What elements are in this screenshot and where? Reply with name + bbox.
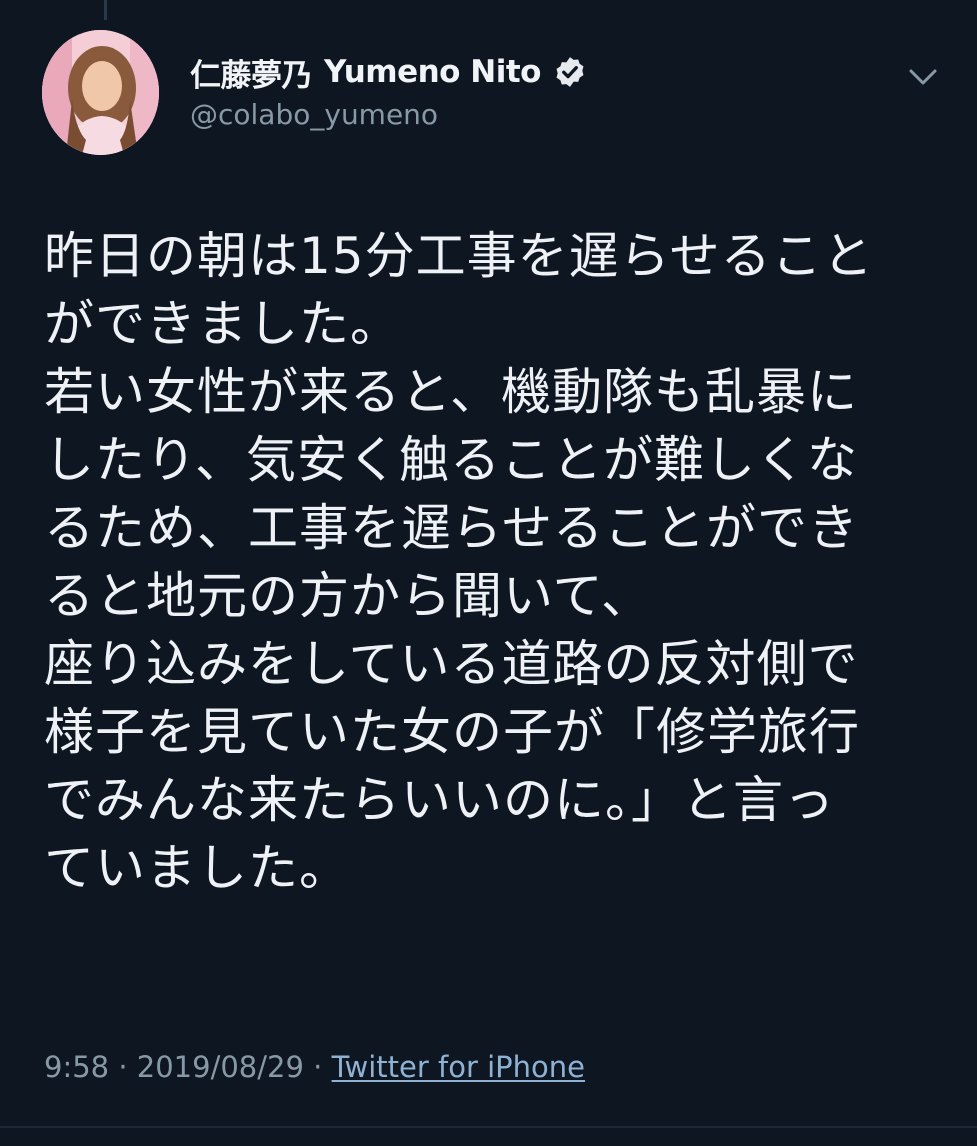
tweet-text-line: 座り込みをしている道路の反対側で	[44, 635, 859, 693]
chevron-down-icon[interactable]	[903, 62, 943, 92]
tweet-text-line: 若い女性が来ると、機動隊も乱暴に	[44, 363, 858, 421]
avatar[interactable]	[42, 30, 159, 155]
tweet-date[interactable]: 2019/08/29	[137, 1050, 304, 1084]
tweet-text-line: 昨日の朝は15分工事を遅らせること	[44, 227, 874, 285]
tweet-text-line: 様子を見ていた女の子が「修学旅行	[44, 703, 860, 761]
tweet-metadata: 9:58 · 2019/08/29 · Twitter for iPhone	[44, 1050, 585, 1084]
avatar-image	[42, 30, 159, 155]
tweet-time[interactable]: 9:58	[44, 1050, 109, 1084]
tweet-text-line: るため、工事を遅らせることができ	[44, 499, 859, 557]
author-name-row[interactable]: 仁藤夢乃 Yumeno Nito	[190, 50, 587, 95]
author-handle[interactable]: @colabo_yumeno	[190, 98, 438, 131]
divider	[0, 1126, 977, 1128]
tweet-text: 昨日の朝は15分工事を遅らせること ができました。 若い女性が来ると、機動隊も乱…	[44, 222, 934, 902]
tweet-text-line: ると地元の方から聞いて、	[44, 567, 652, 625]
tweet-text-line: でみんな来たらいいのに。」と言っ	[44, 771, 835, 829]
tweet-text-line: したり、気安く触ることが難しくな	[44, 431, 858, 489]
tweet-source-link[interactable]: Twitter for iPhone	[332, 1050, 585, 1084]
meta-separator: ·	[118, 1050, 128, 1084]
author-display-name-en[interactable]: Yumeno Nito	[324, 54, 541, 90]
author-display-name[interactable]: 仁藤夢乃	[190, 50, 313, 95]
verified-badge-icon	[553, 55, 587, 89]
tweet-text-line: ていました。	[44, 839, 350, 897]
thread-connector-line	[104, 0, 107, 20]
meta-separator: ·	[313, 1050, 323, 1084]
tweet-text-line: ができました。	[44, 295, 401, 353]
